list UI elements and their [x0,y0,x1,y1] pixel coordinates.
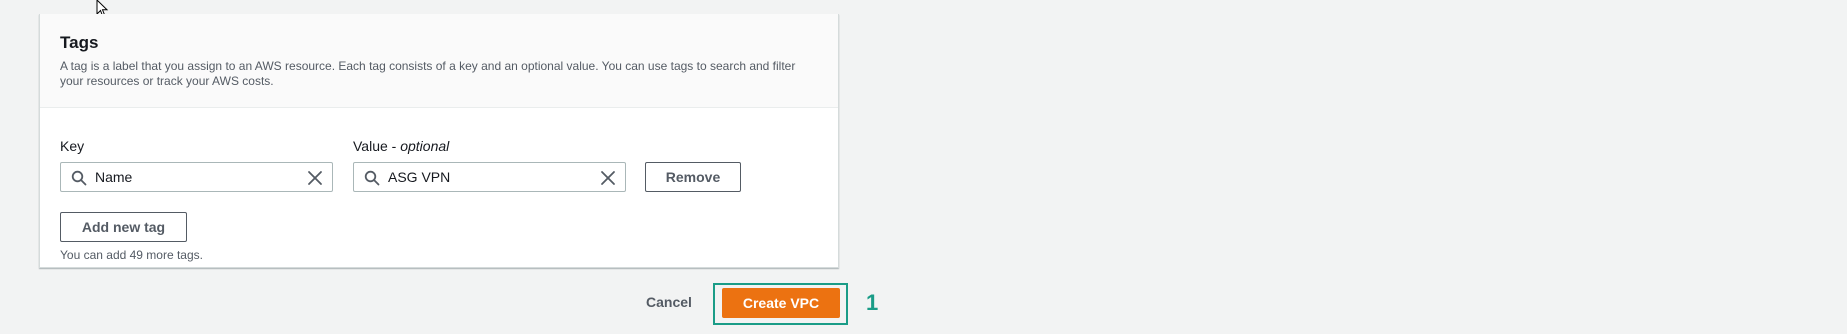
cancel-button[interactable]: Cancel [646,293,692,311]
key-label: Key [60,138,85,154]
value-label: Value - optional [353,137,449,155]
remove-tag-button[interactable]: Remove [645,162,741,192]
close-icon[interactable] [306,169,324,187]
value-label-text: Value - [353,138,397,154]
tag-value-input[interactable]: ASG VPN [353,162,626,192]
create-vpc-button[interactable]: Create VPC [722,288,840,318]
tag-key-input[interactable]: Name [60,162,333,192]
tags-panel: Tags A tag is a label that you assign to… [39,14,839,268]
close-icon[interactable] [599,169,617,187]
step-number-badge: 1 [866,290,879,315]
value-label-optional: optional [400,138,450,154]
tags-description: A tag is a label that you assign to an A… [60,59,796,88]
search-icon [364,170,380,186]
search-icon [71,170,87,186]
tags-panel-header: Tags A tag is a label that you assign to… [40,14,838,108]
page: Tags A tag is a label that you assign to… [0,0,1847,334]
add-new-tag-button[interactable]: Add new tag [60,212,187,242]
tag-value-value: ASG VPN [388,169,451,185]
tag-key-value: Name [95,169,133,185]
tags-title: Tags [60,33,99,52]
tags-remaining-hint: You can add 49 more tags. [60,248,203,262]
